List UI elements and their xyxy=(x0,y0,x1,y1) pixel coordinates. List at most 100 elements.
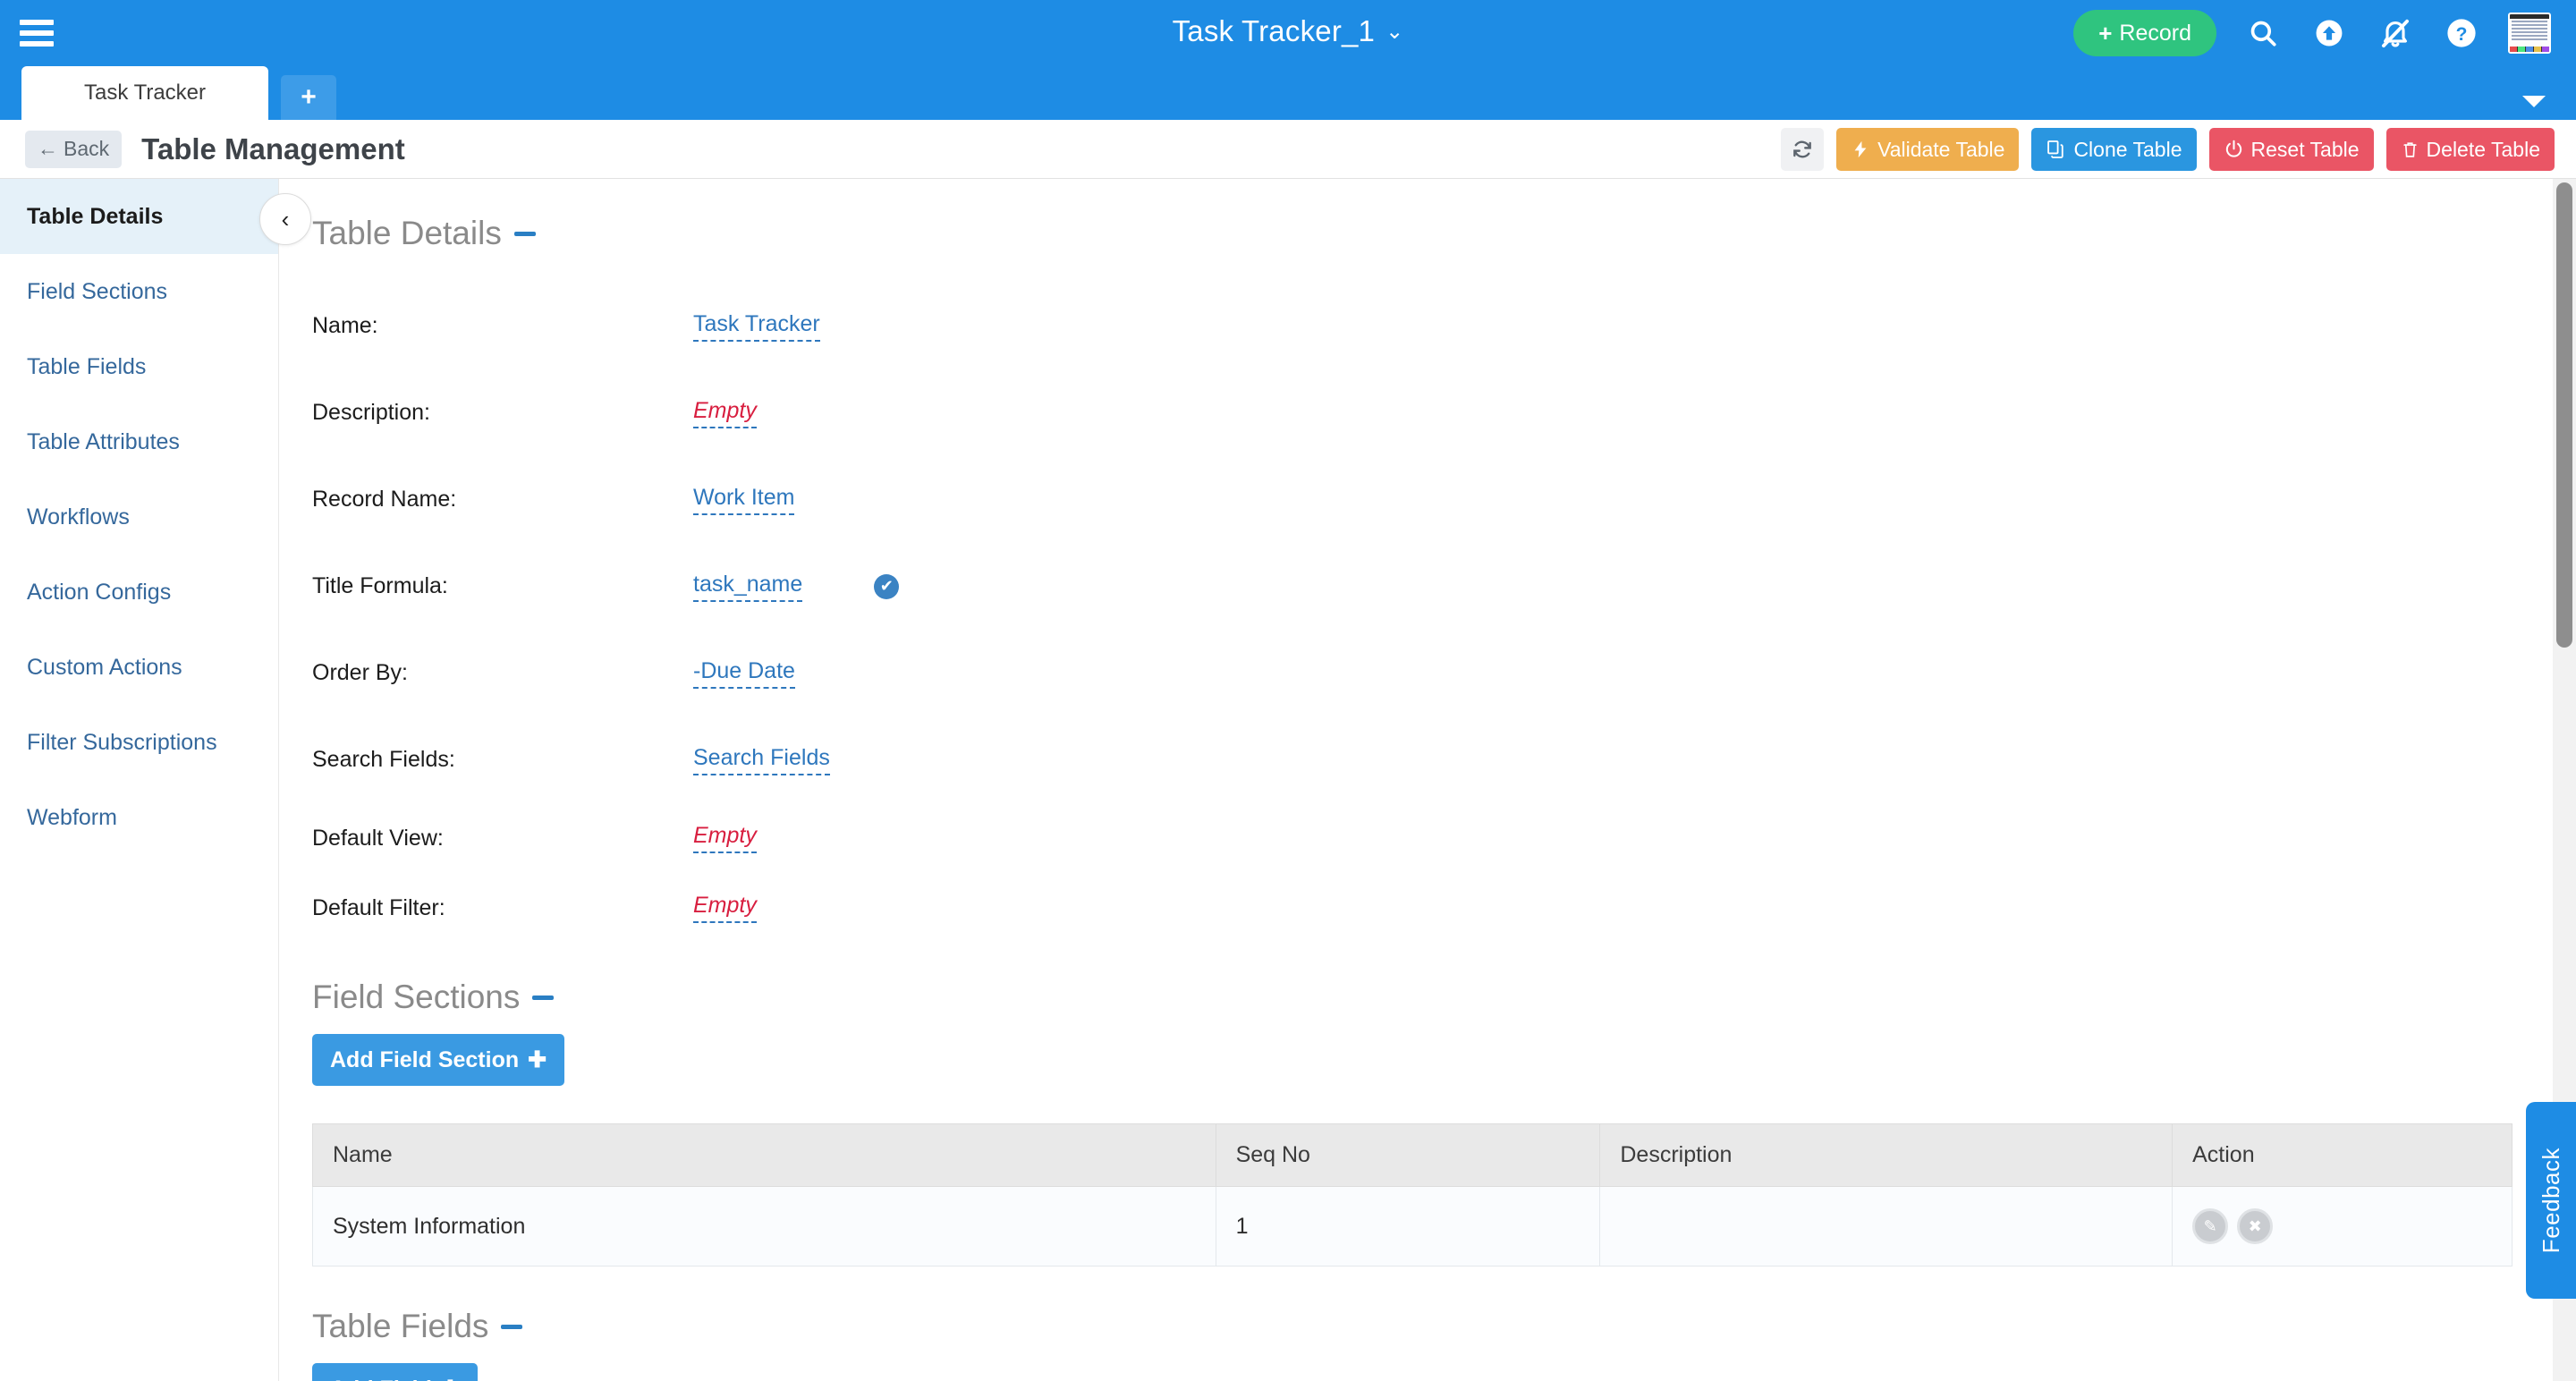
top-header-bar: Task Tracker_1 ⌄ + Record ? xyxy=(0,0,2576,66)
field-value-default-view[interactable]: Empty xyxy=(693,823,757,853)
add-field-section-button[interactable]: Add Field Section ✚ xyxy=(312,1034,565,1086)
form-row-description: Description: Empty xyxy=(312,369,2558,456)
tab-overflow-caret-icon[interactable] xyxy=(2522,96,2546,107)
plus-icon: + xyxy=(301,82,317,112)
field-label: Default Filter: xyxy=(312,894,445,920)
collapse-section-minus-icon[interactable] xyxy=(513,231,536,236)
field-label: Name: xyxy=(312,313,378,338)
main-content-area: Table Details Name: Task Tracker Descrip… xyxy=(280,179,2558,1381)
field-value-search-fields[interactable]: Search Fields xyxy=(693,745,830,775)
sidebar-label: Action Configs xyxy=(27,579,172,605)
topbar-actions: + Record ? xyxy=(2073,0,2551,66)
back-button[interactable]: ← Back xyxy=(25,130,123,168)
field-value-record-name[interactable]: Work Item xyxy=(693,485,795,515)
field-value-order-by[interactable]: -Due Date xyxy=(693,658,795,689)
tab-task-tracker[interactable]: Task Tracker xyxy=(21,66,268,120)
sidebar-collapse-chevron-left-icon[interactable]: ‹ xyxy=(259,193,311,245)
svg-text:?: ? xyxy=(2456,24,2468,45)
scrollbar-thumb[interactable] xyxy=(2556,182,2572,648)
field-label: Description: xyxy=(312,400,430,425)
table-details-form: Name: Task Tracker Description: Empty Re… xyxy=(312,283,2558,943)
form-row-default-view: Default View: Empty xyxy=(312,803,2558,873)
collapse-section-minus-icon[interactable] xyxy=(532,995,555,1000)
search-icon[interactable] xyxy=(2243,13,2283,53)
lightning-icon xyxy=(1854,140,1867,158)
field-sections-section-header: Field Sections xyxy=(312,979,2558,1016)
sidebar-label: Filter Subscriptions xyxy=(27,729,217,755)
plus-icon: + xyxy=(2098,19,2113,47)
column-header-description[interactable]: Description xyxy=(1599,1123,2174,1187)
field-label: Default View: xyxy=(312,825,444,851)
edit-icon[interactable]: ✎ xyxy=(2192,1208,2229,1244)
add-record-label: Record xyxy=(2119,20,2191,46)
table-details-section-header: Table Details xyxy=(312,215,2558,252)
app-title-text: Task Tracker_1 xyxy=(1172,14,1376,47)
field-label: Record Name: xyxy=(312,487,457,512)
sidebar-item-custom-actions[interactable]: Custom Actions xyxy=(0,630,278,705)
feedback-tab[interactable]: Feedback xyxy=(2526,1102,2576,1299)
sidebar-item-action-configs[interactable]: Action Configs xyxy=(0,555,278,630)
sidebar-label: Table Fields xyxy=(27,353,147,379)
sidebar-item-table-fields[interactable]: Table Fields xyxy=(0,329,278,404)
add-field-label: Add Field xyxy=(330,1377,432,1381)
sidebar-item-field-sections[interactable]: Field Sections xyxy=(0,254,278,329)
table-fields-heading: Table Fields xyxy=(312,1308,489,1344)
trash-icon xyxy=(2402,142,2417,157)
sidebar-label: Webform xyxy=(27,804,117,830)
add-tab-button[interactable]: + xyxy=(281,75,336,120)
plus-icon: ✚ xyxy=(528,1047,547,1072)
back-label: Back xyxy=(64,137,110,160)
refresh-icon[interactable] xyxy=(1781,128,1825,171)
field-value-description[interactable]: Empty xyxy=(693,398,757,428)
verified-check-icon: ✔ xyxy=(874,573,900,599)
reset-table-label: Reset Table xyxy=(2250,137,2360,161)
field-value-default-filter[interactable]: Empty xyxy=(693,893,757,923)
form-row-order-by: Order By: -Due Date xyxy=(312,630,2558,716)
form-row-record-name: Record Name: Work Item xyxy=(312,456,2558,543)
screenshot-thumbnail-icon[interactable] xyxy=(2508,13,2551,54)
clone-table-button[interactable]: Clone Table xyxy=(2031,128,2197,171)
field-value-name[interactable]: Task Tracker xyxy=(693,311,820,342)
field-label: Title Formula: xyxy=(312,573,448,598)
cell-name: System Information xyxy=(312,1186,1216,1267)
sidebar-item-table-attributes[interactable]: Table Attributes xyxy=(0,404,278,479)
column-header-name[interactable]: Name xyxy=(312,1123,1216,1187)
table-action-buttons: Validate Table Clone Table Reset Table D… xyxy=(1781,128,2555,171)
sidebar-item-filter-subscriptions[interactable]: Filter Subscriptions xyxy=(0,705,278,780)
field-value-title-formula[interactable]: task_name xyxy=(693,572,803,602)
form-row-title-formula: Title Formula: task_name ✔ xyxy=(312,543,2558,630)
thumb-footer xyxy=(2510,47,2549,52)
add-record-button[interactable]: + Record xyxy=(2073,10,2216,56)
thumb-body xyxy=(2510,19,2549,47)
collapse-section-minus-icon[interactable] xyxy=(501,1324,523,1329)
form-row-default-filter: Default Filter: Empty xyxy=(312,873,2558,943)
reset-table-button[interactable]: Reset Table xyxy=(2208,128,2374,171)
sidebar-item-table-details[interactable]: Table Details xyxy=(0,179,278,254)
delete-icon[interactable]: ✖ xyxy=(2237,1208,2274,1244)
table-header-row: Name Seq No Description Action xyxy=(312,1123,2512,1187)
sidebar-item-webform[interactable]: Webform xyxy=(0,780,278,855)
tab-label: Task Tracker xyxy=(83,80,207,105)
sidebar-item-workflows[interactable]: Workflows xyxy=(0,479,278,555)
form-row-search-fields: Search Fields: Search Fields xyxy=(312,716,2558,803)
chevron-down-icon[interactable]: ⌄ xyxy=(1385,19,1403,45)
help-icon[interactable]: ? xyxy=(2442,13,2481,53)
sidebar-label: Table Attributes xyxy=(27,428,180,454)
table-row[interactable]: System Information 1 ✎ ✖ xyxy=(312,1186,2512,1267)
delete-table-label: Delete Table xyxy=(2426,137,2540,161)
sidebar-label: Table Details xyxy=(27,203,164,229)
field-sections-table: Name Seq No Description Action System In… xyxy=(312,1123,2512,1267)
field-sections-heading: Field Sections xyxy=(312,979,521,1015)
add-field-button[interactable]: Add Field ✚ xyxy=(312,1363,478,1381)
sidebar-label: Workflows xyxy=(27,504,130,530)
validate-table-button[interactable]: Validate Table xyxy=(1836,128,2020,171)
upload-icon[interactable] xyxy=(2309,13,2349,53)
delete-table-button[interactable]: Delete Table xyxy=(2385,128,2555,171)
bell-off-icon[interactable] xyxy=(2376,13,2415,53)
sidebar-label: Custom Actions xyxy=(27,654,182,680)
power-icon xyxy=(2225,140,2241,157)
copy-icon xyxy=(2047,140,2064,158)
add-field-section-label: Add Field Section xyxy=(330,1046,520,1072)
table-details-heading: Table Details xyxy=(312,215,502,251)
column-header-seq-no[interactable]: Seq No xyxy=(1215,1123,1601,1187)
